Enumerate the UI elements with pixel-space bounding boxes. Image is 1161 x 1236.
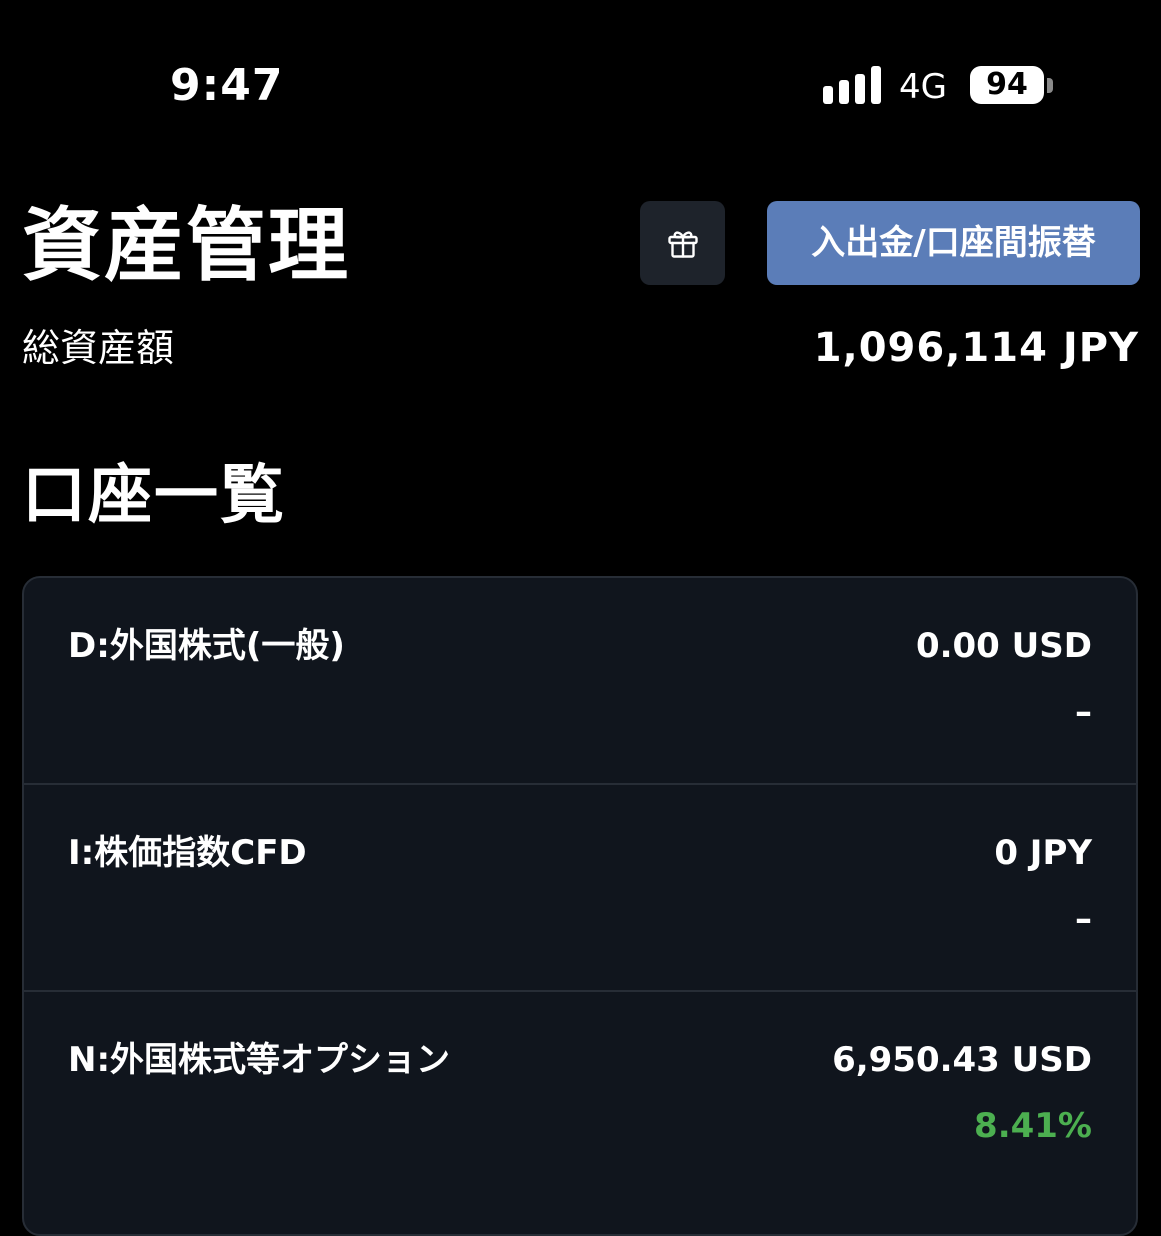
page-title: 資産管理 (22, 199, 350, 292)
battery-tip (1047, 78, 1053, 93)
gift-icon (668, 231, 698, 258)
account-change: – (1075, 692, 1092, 732)
account-name: N:外国株式等オプション (68, 1040, 451, 1080)
account-value: 0 JPY (994, 833, 1092, 873)
account-name: D:外国株式(一般) (68, 626, 345, 666)
status-time: 9:47 (170, 60, 284, 111)
account-value: 0.00 USD (915, 626, 1092, 666)
account-row-foreign-stock[interactable]: D:外国株式(一般) 0.00 USD – (24, 578, 1136, 785)
network-type: 4G (899, 67, 947, 107)
account-name: I:株価指数CFD (68, 833, 307, 873)
account-change: – (1075, 899, 1092, 939)
account-row-foreign-options[interactable]: N:外国株式等オプション 6,950.43 USD 8.41% (24, 992, 1136, 1199)
deposit-withdraw-transfer-button[interactable]: 入出金/口座間振替 (767, 201, 1140, 285)
account-row-index-cfd[interactable]: I:株価指数CFD 0 JPY – (24, 785, 1136, 992)
battery-icon: 94 (970, 66, 1044, 104)
signal-bars-icon (823, 66, 883, 104)
status-bar: 9:47 4G 94 (0, 0, 1161, 150)
accounts-list: D:外国株式(一般) 0.00 USD – I:株価指数CFD 0 JPY – … (22, 576, 1138, 1236)
total-assets-value: 1,096,114 JPY (813, 325, 1139, 371)
gift-button[interactable] (640, 201, 725, 285)
account-value: 6,950.43 USD (832, 1040, 1092, 1080)
total-assets-label: 総資産額 (22, 326, 175, 370)
account-change-positive: 8.41% (974, 1106, 1092, 1146)
accounts-section-title: 口座一覧 (22, 459, 286, 533)
